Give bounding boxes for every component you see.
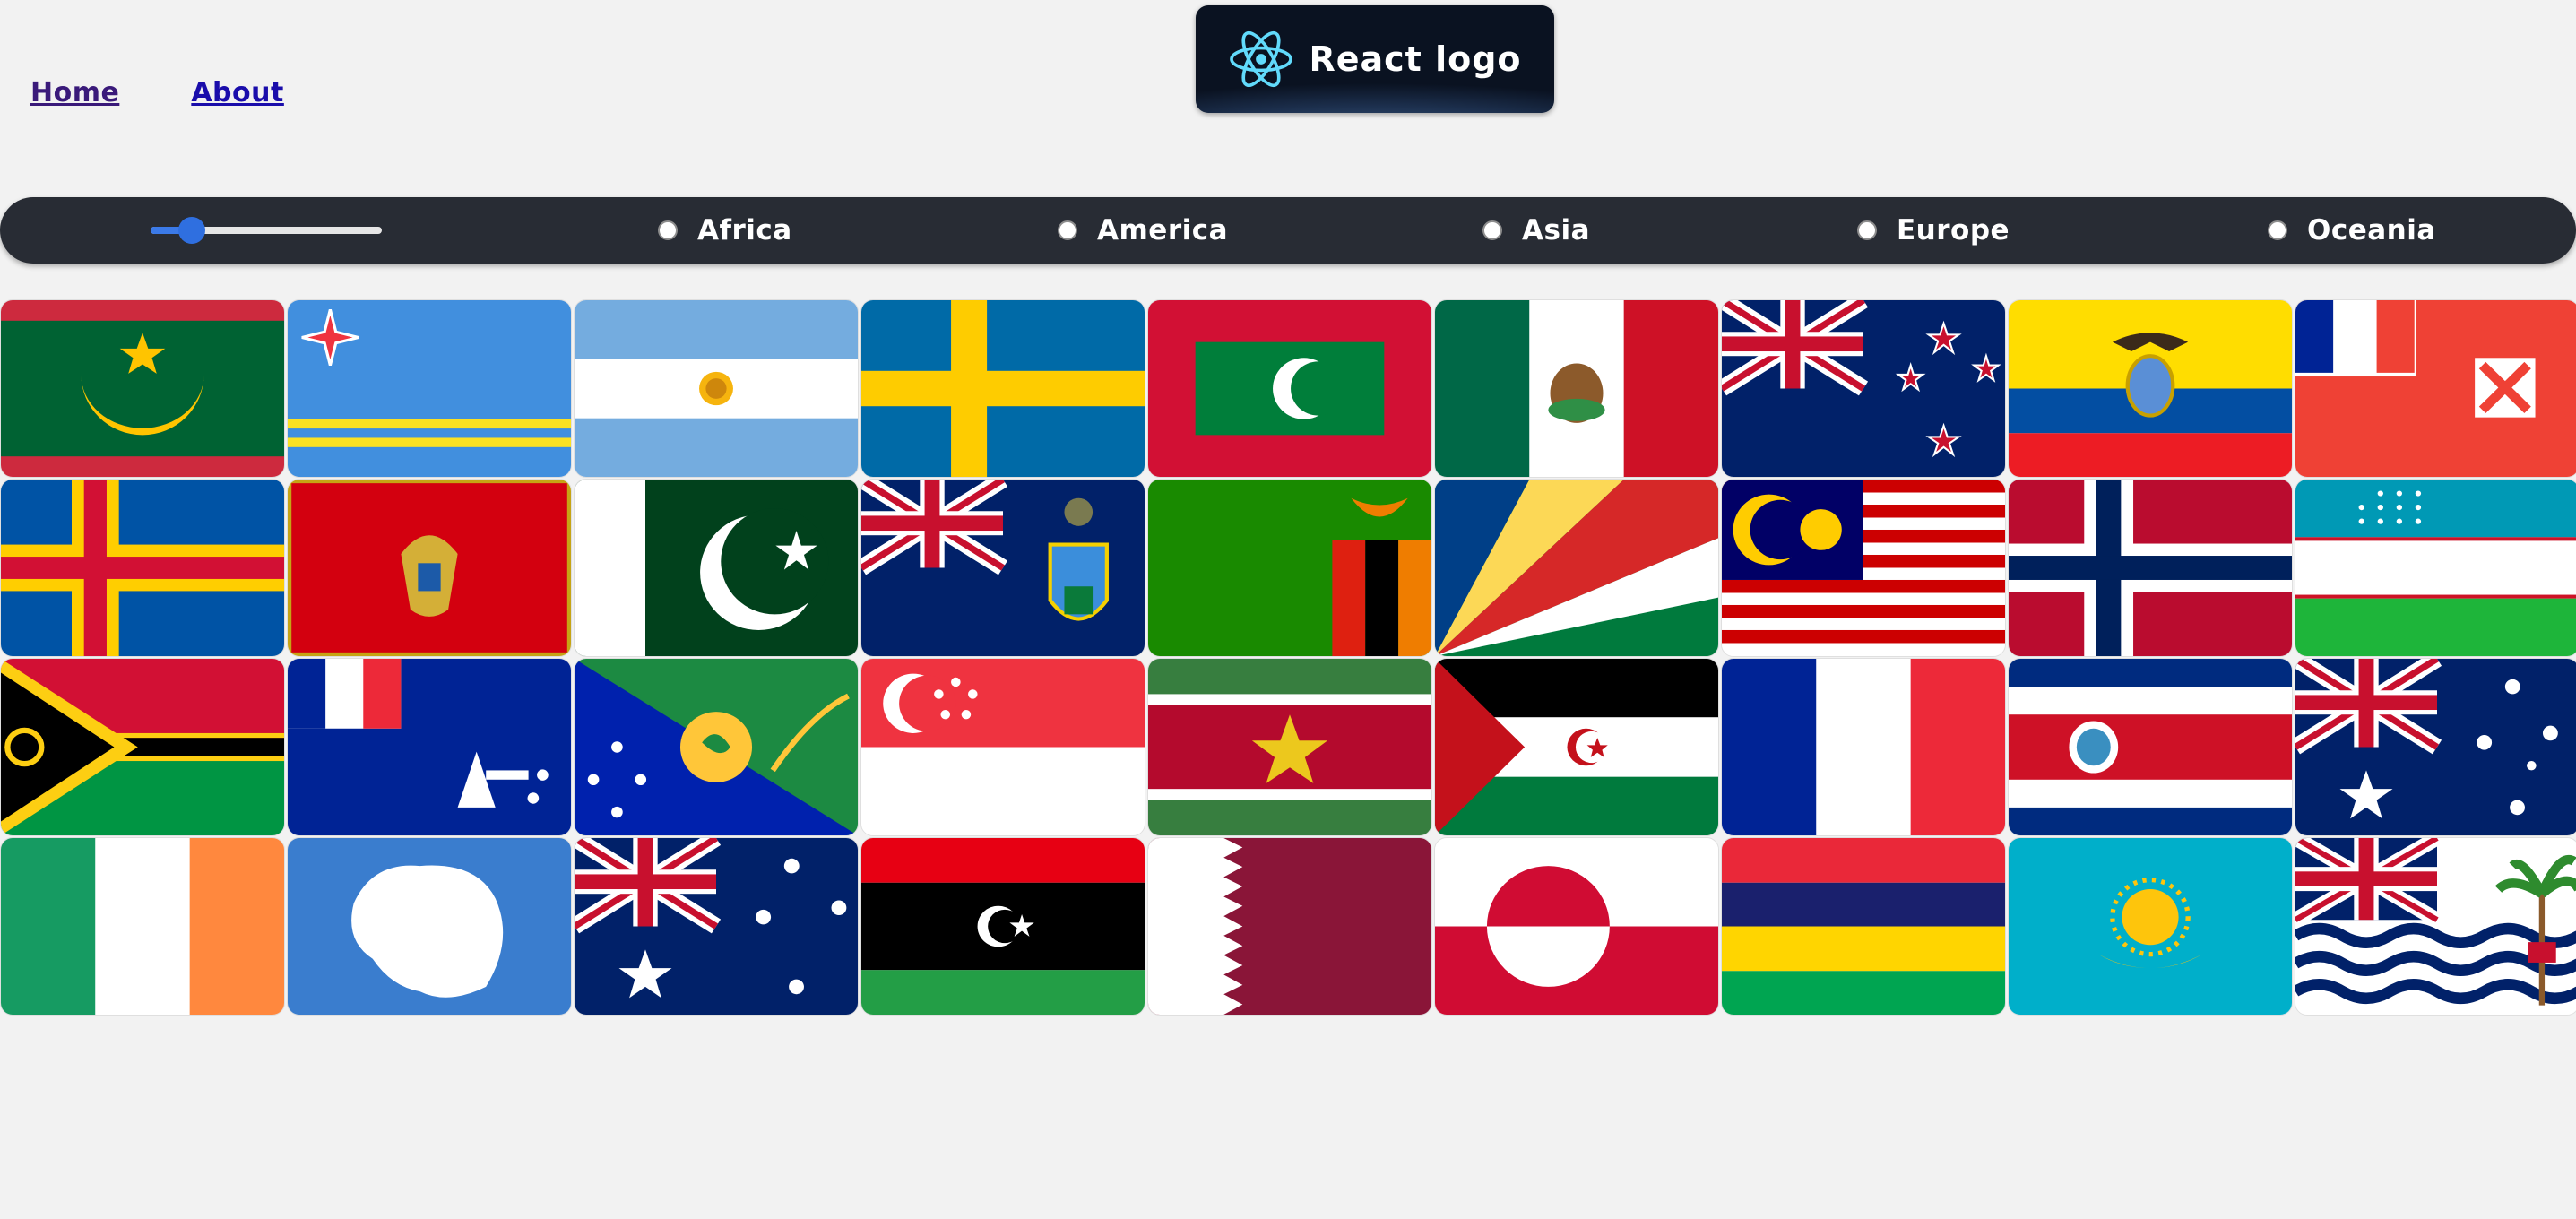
- nav-home-link[interactable]: Home: [30, 77, 119, 108]
- radio-label: America: [1097, 214, 1229, 246]
- seychelles-flag[interactable]: [1434, 479, 1719, 657]
- western-sahara-flag[interactable]: [1434, 658, 1719, 836]
- radio-africa[interactable]: Africa: [658, 212, 792, 249]
- top-nav: Home About: [30, 77, 284, 108]
- qatar-flag[interactable]: [1147, 837, 1432, 1016]
- slider-thumb[interactable]: [178, 217, 206, 244]
- argentina-flag[interactable]: [574, 299, 859, 478]
- react-logo-banner: React logo: [1196, 5, 1554, 113]
- wallis-and-futuna-flag[interactable]: [2295, 299, 2576, 478]
- radio-circle[interactable]: [1857, 220, 1877, 240]
- france-flag[interactable]: [1721, 658, 2006, 836]
- suriname-flag[interactable]: [1147, 658, 1432, 836]
- radio-asia[interactable]: Asia: [1482, 212, 1590, 249]
- react-atom-icon: [1230, 30, 1293, 88]
- filter-bar: Africa America Asia Europe Oceania: [0, 197, 2576, 264]
- libya-flag[interactable]: [860, 837, 1145, 1016]
- greenland-flag[interactable]: [1434, 837, 1719, 1016]
- radio-circle[interactable]: [1058, 220, 1077, 240]
- radio-america[interactable]: America: [1058, 212, 1228, 249]
- pakistan-flag[interactable]: [574, 479, 859, 657]
- aruba-flag[interactable]: [287, 299, 572, 478]
- radio-circle[interactable]: [1482, 220, 1502, 240]
- maldives-flag[interactable]: [1147, 299, 1432, 478]
- costa-rica-flag[interactable]: [2008, 658, 2293, 836]
- new-zealand-flag[interactable]: [1721, 299, 2006, 478]
- norway-flag[interactable]: [2008, 479, 2293, 657]
- christmas-island-flag[interactable]: [574, 658, 859, 836]
- british-indian-ocean-territory-flag[interactable]: [2295, 837, 2576, 1016]
- mauritius-flag[interactable]: [1721, 837, 2006, 1016]
- kazakhstan-flag[interactable]: [2008, 837, 2293, 1016]
- radio-oceania[interactable]: Oceania: [2268, 212, 2436, 249]
- radio-label: Asia: [1522, 214, 1590, 246]
- montenegro-flag[interactable]: [287, 479, 572, 657]
- french-southern-territories-flag[interactable]: [287, 658, 572, 836]
- malaysia-flag[interactable]: [1721, 479, 2006, 657]
- antarctica-flag[interactable]: [287, 837, 572, 1016]
- radio-label: Europe: [1897, 214, 2010, 246]
- radio-circle[interactable]: [2268, 220, 2287, 240]
- nav-about-link[interactable]: About: [191, 77, 284, 108]
- radio-label: Africa: [697, 214, 792, 246]
- sweden-flag[interactable]: [860, 299, 1145, 478]
- heard-island-flag[interactable]: [574, 837, 859, 1016]
- australia-flag[interactable]: [2295, 658, 2576, 836]
- aland-islands-flag[interactable]: [0, 479, 285, 657]
- singapore-flag[interactable]: [860, 658, 1145, 836]
- uzbekistan-flag[interactable]: [2295, 479, 2576, 657]
- mauritania-flag[interactable]: [0, 299, 285, 478]
- zambia-flag[interactable]: [1147, 479, 1432, 657]
- pitcairn-islands-flag[interactable]: [860, 479, 1145, 657]
- flag-count-slider[interactable]: [151, 217, 382, 244]
- vanuatu-flag[interactable]: [0, 658, 285, 836]
- radio-label: Oceania: [2307, 214, 2436, 246]
- ireland-flag[interactable]: [0, 837, 285, 1016]
- ecuador-flag[interactable]: [2008, 299, 2293, 478]
- radio-europe[interactable]: Europe: [1857, 212, 2010, 249]
- mexico-flag[interactable]: [1434, 299, 1719, 478]
- logo-text: React logo: [1309, 39, 1522, 79]
- radio-circle[interactable]: [658, 220, 678, 240]
